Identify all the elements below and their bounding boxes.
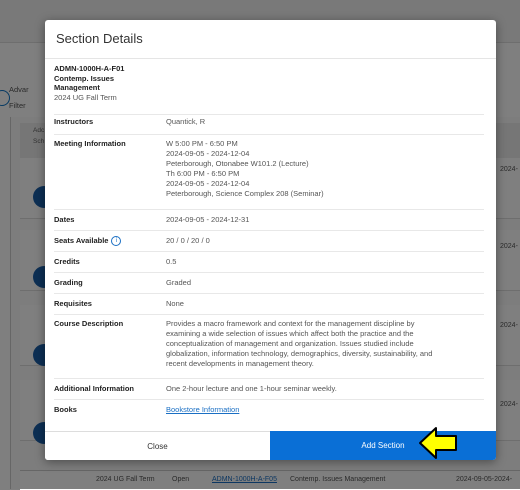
detail-row-credits: Credits 0.5 — [54, 251, 484, 273]
detail-label: Meeting Information — [54, 139, 126, 148]
description-line: Provides a macro framework and context f… — [166, 319, 415, 328]
detail-value-seats: 20 / 0 / 20 / 0 — [166, 236, 210, 245]
detail-row-course-description: Course Description Provides a macro fram… — [54, 314, 484, 379]
detail-value-grading: Graded — [166, 278, 192, 287]
dialog-title: Section Details — [56, 31, 143, 46]
bookstore-information-link[interactable]: Bookstore Information — [166, 405, 239, 414]
course-summary: ADMN-1000H-A-F01 Contemp. Issues Managem… — [54, 64, 194, 102]
detail-label: Instructors — [54, 117, 94, 126]
detail-value-dates: 2024-09-05 - 2024-12-31 — [166, 215, 250, 224]
description-line: examining a wide selection of issues whi… — [166, 329, 414, 338]
course-name-line: Management — [54, 83, 100, 92]
detail-value-description: Provides a macro framework and context f… — [166, 319, 486, 369]
course-name-line: Contemp. Issues — [54, 73, 115, 83]
detail-row-requisites: Requisites None — [54, 293, 484, 315]
pointer-arrow-icon — [419, 427, 457, 459]
meeting-line: Peterborough, Science Complex 208 (Semin… — [166, 189, 324, 198]
detail-value-meeting: W 5:00 PM - 6:50 PM 2024-09-05 - 2024-12… — [166, 139, 486, 199]
detail-value-instructor: Quantick, R — [166, 117, 206, 126]
detail-value-additional-info: One 2-hour lecture and one 1-hour semina… — [166, 384, 337, 393]
title-divider — [45, 58, 496, 59]
info-icon[interactable]: i — [111, 236, 122, 247]
description-line: globalization, information technology, d… — [166, 349, 433, 358]
detail-value-books: Bookstore Information — [166, 405, 486, 415]
add-section-button[interactable]: Add Section — [270, 431, 496, 460]
close-button[interactable]: Close — [45, 431, 270, 460]
detail-row-grading: Grading Graded — [54, 272, 484, 294]
course-code: ADMN-1000H-A-F01 — [54, 64, 125, 73]
meeting-line: 2024-09-05 - 2024-12-04 — [166, 149, 250, 158]
detail-value-requisites: None — [166, 299, 184, 308]
detail-value-credits: 0.5 — [166, 257, 177, 266]
detail-label: Requisites — [54, 299, 92, 308]
detail-label: Additional Information — [54, 384, 134, 393]
section-details-dialog: Section Details ADMN-1000H-A-F01 Contemp… — [45, 20, 496, 460]
detail-label: Books — [54, 405, 77, 414]
detail-label-wrap: Seats Available i — [54, 236, 122, 247]
meeting-line: 2024-09-05 - 2024-12-04 — [166, 179, 250, 188]
detail-row-additional-information: Additional Information One 2-hour lectur… — [54, 378, 484, 400]
course-term: 2024 UG Fall Term — [54, 92, 117, 102]
detail-label: Dates — [54, 215, 75, 224]
meeting-line: Th 6:00 PM - 6:50 PM — [166, 169, 240, 178]
meeting-line: Peterborough, Otonabee W101.2 (Lecture) — [166, 159, 309, 168]
detail-label: Credits — [54, 257, 80, 266]
detail-row-seats-available: Seats Available i 20 / 0 / 20 / 0 — [54, 230, 484, 252]
detail-label: Seats Available — [54, 236, 109, 245]
meeting-line: W 5:00 PM - 6:50 PM — [166, 139, 238, 148]
detail-row-dates: Dates 2024-09-05 - 2024-12-31 — [54, 209, 484, 231]
description-line: conceptualization of management and orga… — [166, 339, 414, 348]
description-line: recent developments in management theory… — [166, 359, 314, 368]
detail-label: Course Description — [54, 319, 124, 328]
detail-label: Grading — [54, 278, 83, 287]
